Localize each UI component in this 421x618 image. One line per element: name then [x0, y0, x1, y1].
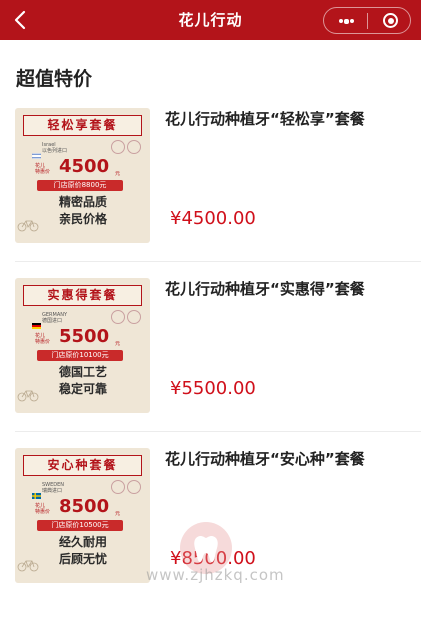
image-original-price: 门店原价8800元 — [37, 180, 123, 191]
product-card[interactable]: 实惠得套餐 GERMANY 德国进口 花儿 特惠价 5500 元 门店原价101… — [0, 278, 421, 448]
bicycle-icon — [17, 386, 39, 402]
product-name[interactable]: 花儿行动种植牙“轻松享”套餐 — [165, 108, 365, 129]
product-image[interactable]: 轻松享套餐 Israel 以色列进口 花儿 特惠价 4500 元 门店原价880… — [15, 108, 150, 243]
seal-icon — [127, 480, 141, 494]
image-slogan-line: 精密品质 — [58, 195, 107, 209]
seal-icon — [127, 140, 141, 154]
watermark-text: www.zjhzkq.com — [146, 566, 285, 584]
image-origin: SWEDEN 瑞典进口 — [42, 482, 65, 494]
image-slogan: 德国工艺 稳定可靠 — [47, 364, 119, 398]
seal-icon — [111, 480, 125, 494]
image-original-price: 门店原价10100元 — [37, 350, 123, 361]
capsule-divider — [367, 13, 368, 29]
image-slogan: 经久耐用 后顾无忧 — [47, 534, 119, 568]
seal-icon — [127, 310, 141, 324]
image-banner: 轻松享套餐 — [23, 115, 142, 136]
image-slogan-line: 德国工艺 — [58, 365, 107, 379]
image-banner: 安心种套餐 — [23, 455, 142, 476]
image-price-unit: 元 — [115, 341, 121, 347]
seal-icon — [111, 140, 125, 154]
image-banner: 实惠得套餐 — [23, 285, 142, 306]
more-dots-icon[interactable] — [339, 18, 354, 24]
image-origin: GERMANY 德国进口 — [42, 312, 68, 324]
image-slogan-line: 稳定可靠 — [58, 382, 107, 396]
image-big-price: 5500 — [59, 326, 110, 347]
divider — [15, 261, 421, 262]
image-price-unit: 元 — [115, 171, 121, 177]
seal-icon — [111, 310, 125, 324]
bicycle-icon — [17, 216, 39, 232]
image-big-price: 8500 — [59, 496, 110, 517]
image-price-unit: 元 — [115, 511, 121, 517]
product-price: ¥5500.00 — [170, 378, 256, 399]
product-price: ¥4500.00 — [170, 208, 256, 229]
image-slogan: 精密品质 亲民价格 — [47, 194, 119, 228]
image-price-label: 花儿 特惠价 — [35, 503, 51, 515]
top-nav-bar: 花儿行动 — [0, 0, 421, 40]
image-price-label: 花儿 特惠价 — [35, 163, 51, 175]
image-price-label: 花儿 特惠价 — [35, 333, 51, 345]
product-name[interactable]: 花儿行动种植牙“实惠得”套餐 — [165, 278, 365, 299]
image-origin: Israel 以色列进口 — [42, 142, 68, 154]
image-original-price: 门店原价10500元 — [37, 520, 123, 531]
image-slogan-line: 亲民价格 — [58, 212, 107, 226]
mini-program-capsule — [323, 7, 411, 34]
flag-icon — [32, 484, 41, 499]
bicycle-icon — [17, 556, 39, 572]
record-circle-icon[interactable] — [383, 13, 398, 28]
image-slogan-line: 后顾无忧 — [58, 552, 107, 566]
image-big-price: 4500 — [59, 156, 110, 177]
divider — [15, 431, 421, 432]
product-image[interactable]: 实惠得套餐 GERMANY 德国进口 花儿 特惠价 5500 元 门店原价101… — [15, 278, 150, 413]
section-title: 超值特价 — [16, 68, 93, 90]
product-card[interactable]: 轻松享套餐 Israel 以色列进口 花儿 特惠价 4500 元 门店原价880… — [0, 108, 421, 278]
flag-icon — [32, 314, 41, 329]
product-name[interactable]: 花儿行动种植牙“安心种”套餐 — [165, 448, 365, 469]
image-slogan-line: 经久耐用 — [58, 535, 107, 549]
flag-icon — [31, 144, 42, 160]
product-image[interactable]: 安心种套餐 SWEDEN 瑞典进口 花儿 特惠价 8500 元 门店原价1050… — [15, 448, 150, 583]
